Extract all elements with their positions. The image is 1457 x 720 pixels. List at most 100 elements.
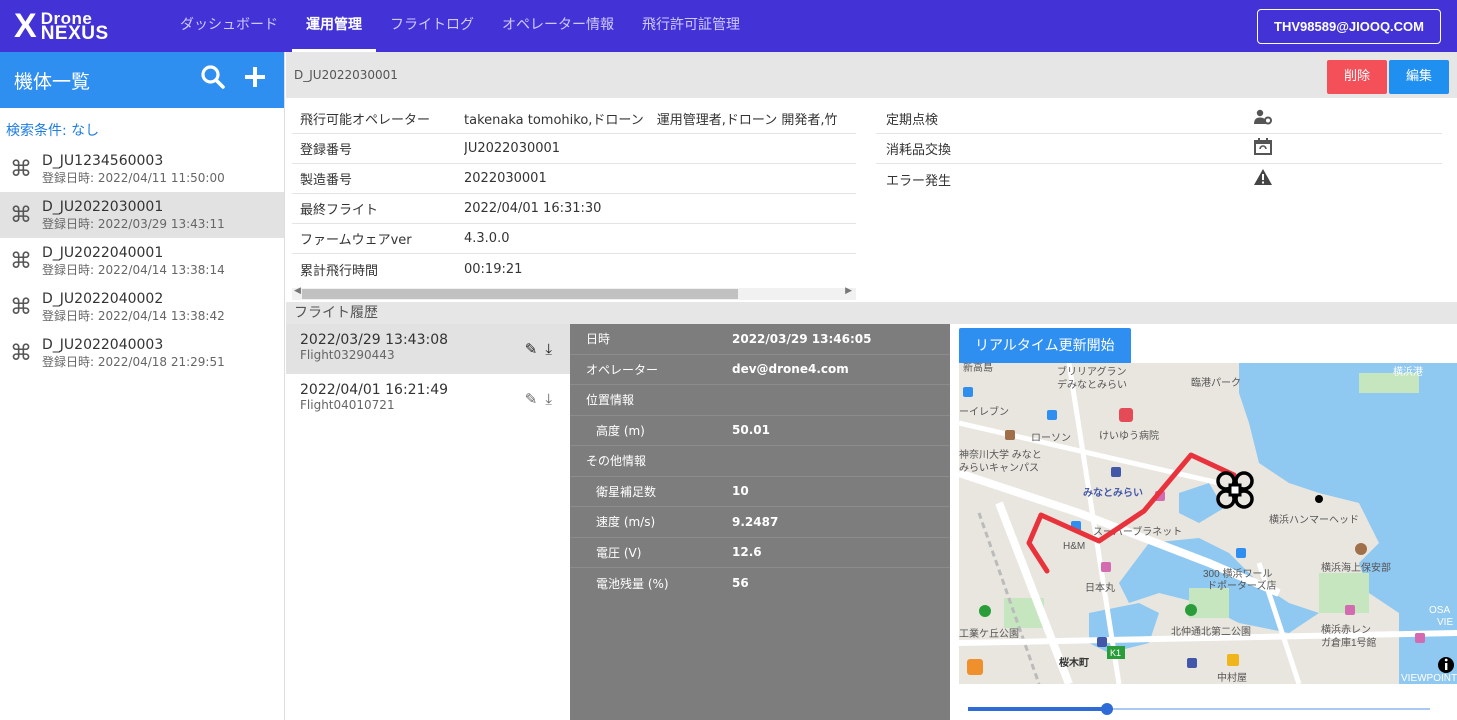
info-value: 4.3.0.0 xyxy=(464,231,510,246)
table-row: エラー発生 xyxy=(876,164,1442,194)
nav-operation-management[interactable]: 運用管理 xyxy=(292,0,376,52)
warning-icon xyxy=(1254,169,1272,189)
detail-row: 電池残量 (%) 56 xyxy=(570,568,950,599)
table-row: 定期点検 xyxy=(876,104,1442,134)
map-label: 北仲通北第二公園 xyxy=(1171,625,1251,638)
info-value: 2022/04/01 16:31:30 xyxy=(464,201,602,216)
realtime-update-button[interactable]: リアルタイム更新開始 xyxy=(959,328,1131,364)
table-row: 製造番号 2022030001 xyxy=(292,164,856,194)
scroll-right-arrow-icon[interactable]: ▶ xyxy=(845,286,852,296)
plus-icon[interactable] xyxy=(244,65,266,95)
drone-list-item[interactable]: ⌘ D_JU1234560003 登録日時: 2022/04/11 11:50:… xyxy=(0,146,284,192)
user-account-button[interactable]: THV98589@JIOOQ.COM xyxy=(1257,9,1441,44)
map-point-marker xyxy=(1315,495,1323,503)
map-label: ガ倉庫1号館 xyxy=(1321,636,1377,649)
map-info-icon[interactable] xyxy=(1438,657,1454,673)
drone-nexus-logo[interactable]: X Drone NEXUS xyxy=(14,0,154,52)
flight-list-item[interactable]: 2022/04/01 16:21:49 Flight04010721 ✎ ⤓ xyxy=(286,374,570,424)
drone-registered-date: 登録日時: 2022/04/11 11:50:00 xyxy=(42,170,225,185)
pencil-icon[interactable]: ✎ xyxy=(525,340,538,358)
map-label: ローソン xyxy=(1031,433,1071,444)
download-icon[interactable]: ⤓ xyxy=(545,390,552,408)
detail-label: 位置情報 xyxy=(586,393,635,408)
table-row: 最終フライト 2022/04/01 16:31:30 xyxy=(292,194,856,224)
detail-value: 56 xyxy=(732,576,749,591)
drone-name: D_JU2022040003 xyxy=(42,336,164,353)
drone-icon: ⌘ xyxy=(10,294,32,320)
detail-value: 12.6 xyxy=(732,545,762,560)
flight-history-list: 2022/03/29 13:43:08 Flight03290443 ✎ ⤓ 20… xyxy=(286,324,570,720)
timeline-slider[interactable] xyxy=(968,699,1430,719)
detail-label: 電圧 (V) xyxy=(596,545,642,560)
map-label: けいゆう病院 xyxy=(1099,429,1159,442)
detail-label: 電池残量 (%) xyxy=(596,576,669,591)
detail-row: その他情報 xyxy=(570,446,950,477)
person-gear-icon xyxy=(1254,109,1272,129)
pencil-icon[interactable]: ✎ xyxy=(525,390,538,408)
slider-fill xyxy=(968,707,1107,711)
drone-name: D_JU2022040002 xyxy=(42,290,164,307)
map-label: 横浜赤レン xyxy=(1321,623,1371,636)
map-label: 300 横浜ワール xyxy=(1203,567,1272,580)
map-label: みらいキャンパス xyxy=(959,462,1039,474)
table-row: 飛行可能オペレーター takenaka tomohiko,ドローン 運用管理者,… xyxy=(292,104,856,134)
drone-list-item[interactable]: ⌘ D_JU2022040002 登録日時: 2022/04/14 13:38:… xyxy=(0,284,284,330)
detail-row: 電圧 (V) 12.6 xyxy=(570,538,950,568)
scroll-left-arrow-icon[interactable]: ◀ xyxy=(294,286,301,296)
nav-flight-permit[interactable]: 飛行許可証管理 xyxy=(628,0,754,52)
drone-list-item[interactable]: ⌘ D_JU2022030001 登録日時: 2022/03/29 13:43:… xyxy=(0,192,284,238)
edit-button[interactable]: 編集 xyxy=(1389,60,1449,94)
info-label: 最終フライト xyxy=(300,203,379,218)
top-navbar: X Drone NEXUS ダッシュボード 運用管理 フライトログ オペレーター… xyxy=(0,0,1457,52)
maintenance-status-table: 定期点検 消耗品交換 エラー発生 xyxy=(876,104,1442,194)
map-label: 横浜海上保安部 xyxy=(1321,561,1391,574)
detail-label: オペレーター xyxy=(586,362,659,377)
nav-dashboard[interactable]: ダッシュボード xyxy=(166,0,292,52)
map-label: H&M xyxy=(1063,541,1085,552)
map-area: リアルタイム更新開始 新高島 ブリリアグラン デみなとみらい 臨港パーク 横浜港… xyxy=(950,324,1457,720)
download-icon[interactable]: ⤓ xyxy=(545,340,552,358)
drone-name: D_JU2022030001 xyxy=(42,198,164,215)
logo-x-mark: X xyxy=(14,7,37,45)
drone-icon: ⌘ xyxy=(10,202,32,228)
detail-label: 高度 (m) xyxy=(596,423,645,438)
selected-drone-id: D_JU2022030001 xyxy=(294,68,398,82)
map-label: VIEWPOINT xyxy=(1401,673,1457,684)
map-label: 桜木町 xyxy=(1059,656,1089,669)
map-label: デみなとみらい xyxy=(1057,378,1127,391)
map-label: 日本丸 xyxy=(1085,581,1115,594)
map-label: 神奈川大学 みなと xyxy=(959,448,1042,461)
slider-thumb[interactable] xyxy=(1101,703,1113,715)
drone-list-item[interactable]: ⌘ D_JU2022040003 登録日時: 2022/04/18 21:29:… xyxy=(0,330,284,376)
nav-flight-log[interactable]: フライトログ xyxy=(376,0,488,52)
horizontal-scrollbar[interactable]: ◀ ▶ xyxy=(292,286,856,300)
info-value: 00:19:21 xyxy=(464,261,523,277)
flight-list-item[interactable]: 2022/03/29 13:43:08 Flight03290443 ✎ ⤓ xyxy=(286,324,570,374)
nav-operator-info[interactable]: オペレーター情報 xyxy=(488,0,628,52)
info-label: 飛行可能オペレーター xyxy=(300,113,431,128)
search-icon[interactable] xyxy=(200,64,226,97)
search-filter-status[interactable]: 検索条件: なし xyxy=(0,108,284,146)
detail-row: 位置情報 xyxy=(570,385,950,416)
scrollbar-thumb[interactable] xyxy=(302,289,738,299)
map-label: 工業ケ丘公園 xyxy=(959,627,1019,640)
detail-row: 日時 2022/03/29 13:46:05 xyxy=(570,324,950,355)
map-label: ドポーターズ店 xyxy=(1207,579,1277,592)
map-label: 横浜港 xyxy=(1393,365,1423,378)
detail-row: 速度 (m/s) 9.2487 xyxy=(570,507,950,538)
detail-label: その他情報 xyxy=(586,454,647,469)
map-label: みなとみらい xyxy=(1083,487,1143,499)
drone-detail-panel: D_JU2022030001 削除 編集 飛行可能オペレーター takenaka… xyxy=(286,52,1457,720)
delete-button[interactable]: 削除 xyxy=(1327,60,1387,94)
flight-map[interactable]: 新高島 ブリリアグラン デみなとみらい 臨港パーク 横浜港 ーイレブン ローソン… xyxy=(959,363,1457,684)
drone-registered-date: 登録日時: 2022/04/14 13:38:14 xyxy=(42,262,225,277)
info-value: JU2022030001 xyxy=(464,141,561,156)
info-label: 累計飛行時間 xyxy=(300,263,379,279)
detail-label: 速度 (m/s) xyxy=(596,515,656,530)
map-label: ブリリアグラン xyxy=(1057,365,1127,378)
drone-list-item[interactable]: ⌘ D_JU2022040001 登録日時: 2022/04/14 13:38:… xyxy=(0,238,284,284)
drone-registered-date: 登録日時: 2022/03/29 13:43:11 xyxy=(42,216,225,231)
flight-detail-panel: 日時 2022/03/29 13:46:05 オペレーター dev@drone4.c… xyxy=(570,324,950,720)
detail-value: 9.2487 xyxy=(732,514,779,529)
maintenance-label: エラー発生 xyxy=(886,173,952,189)
